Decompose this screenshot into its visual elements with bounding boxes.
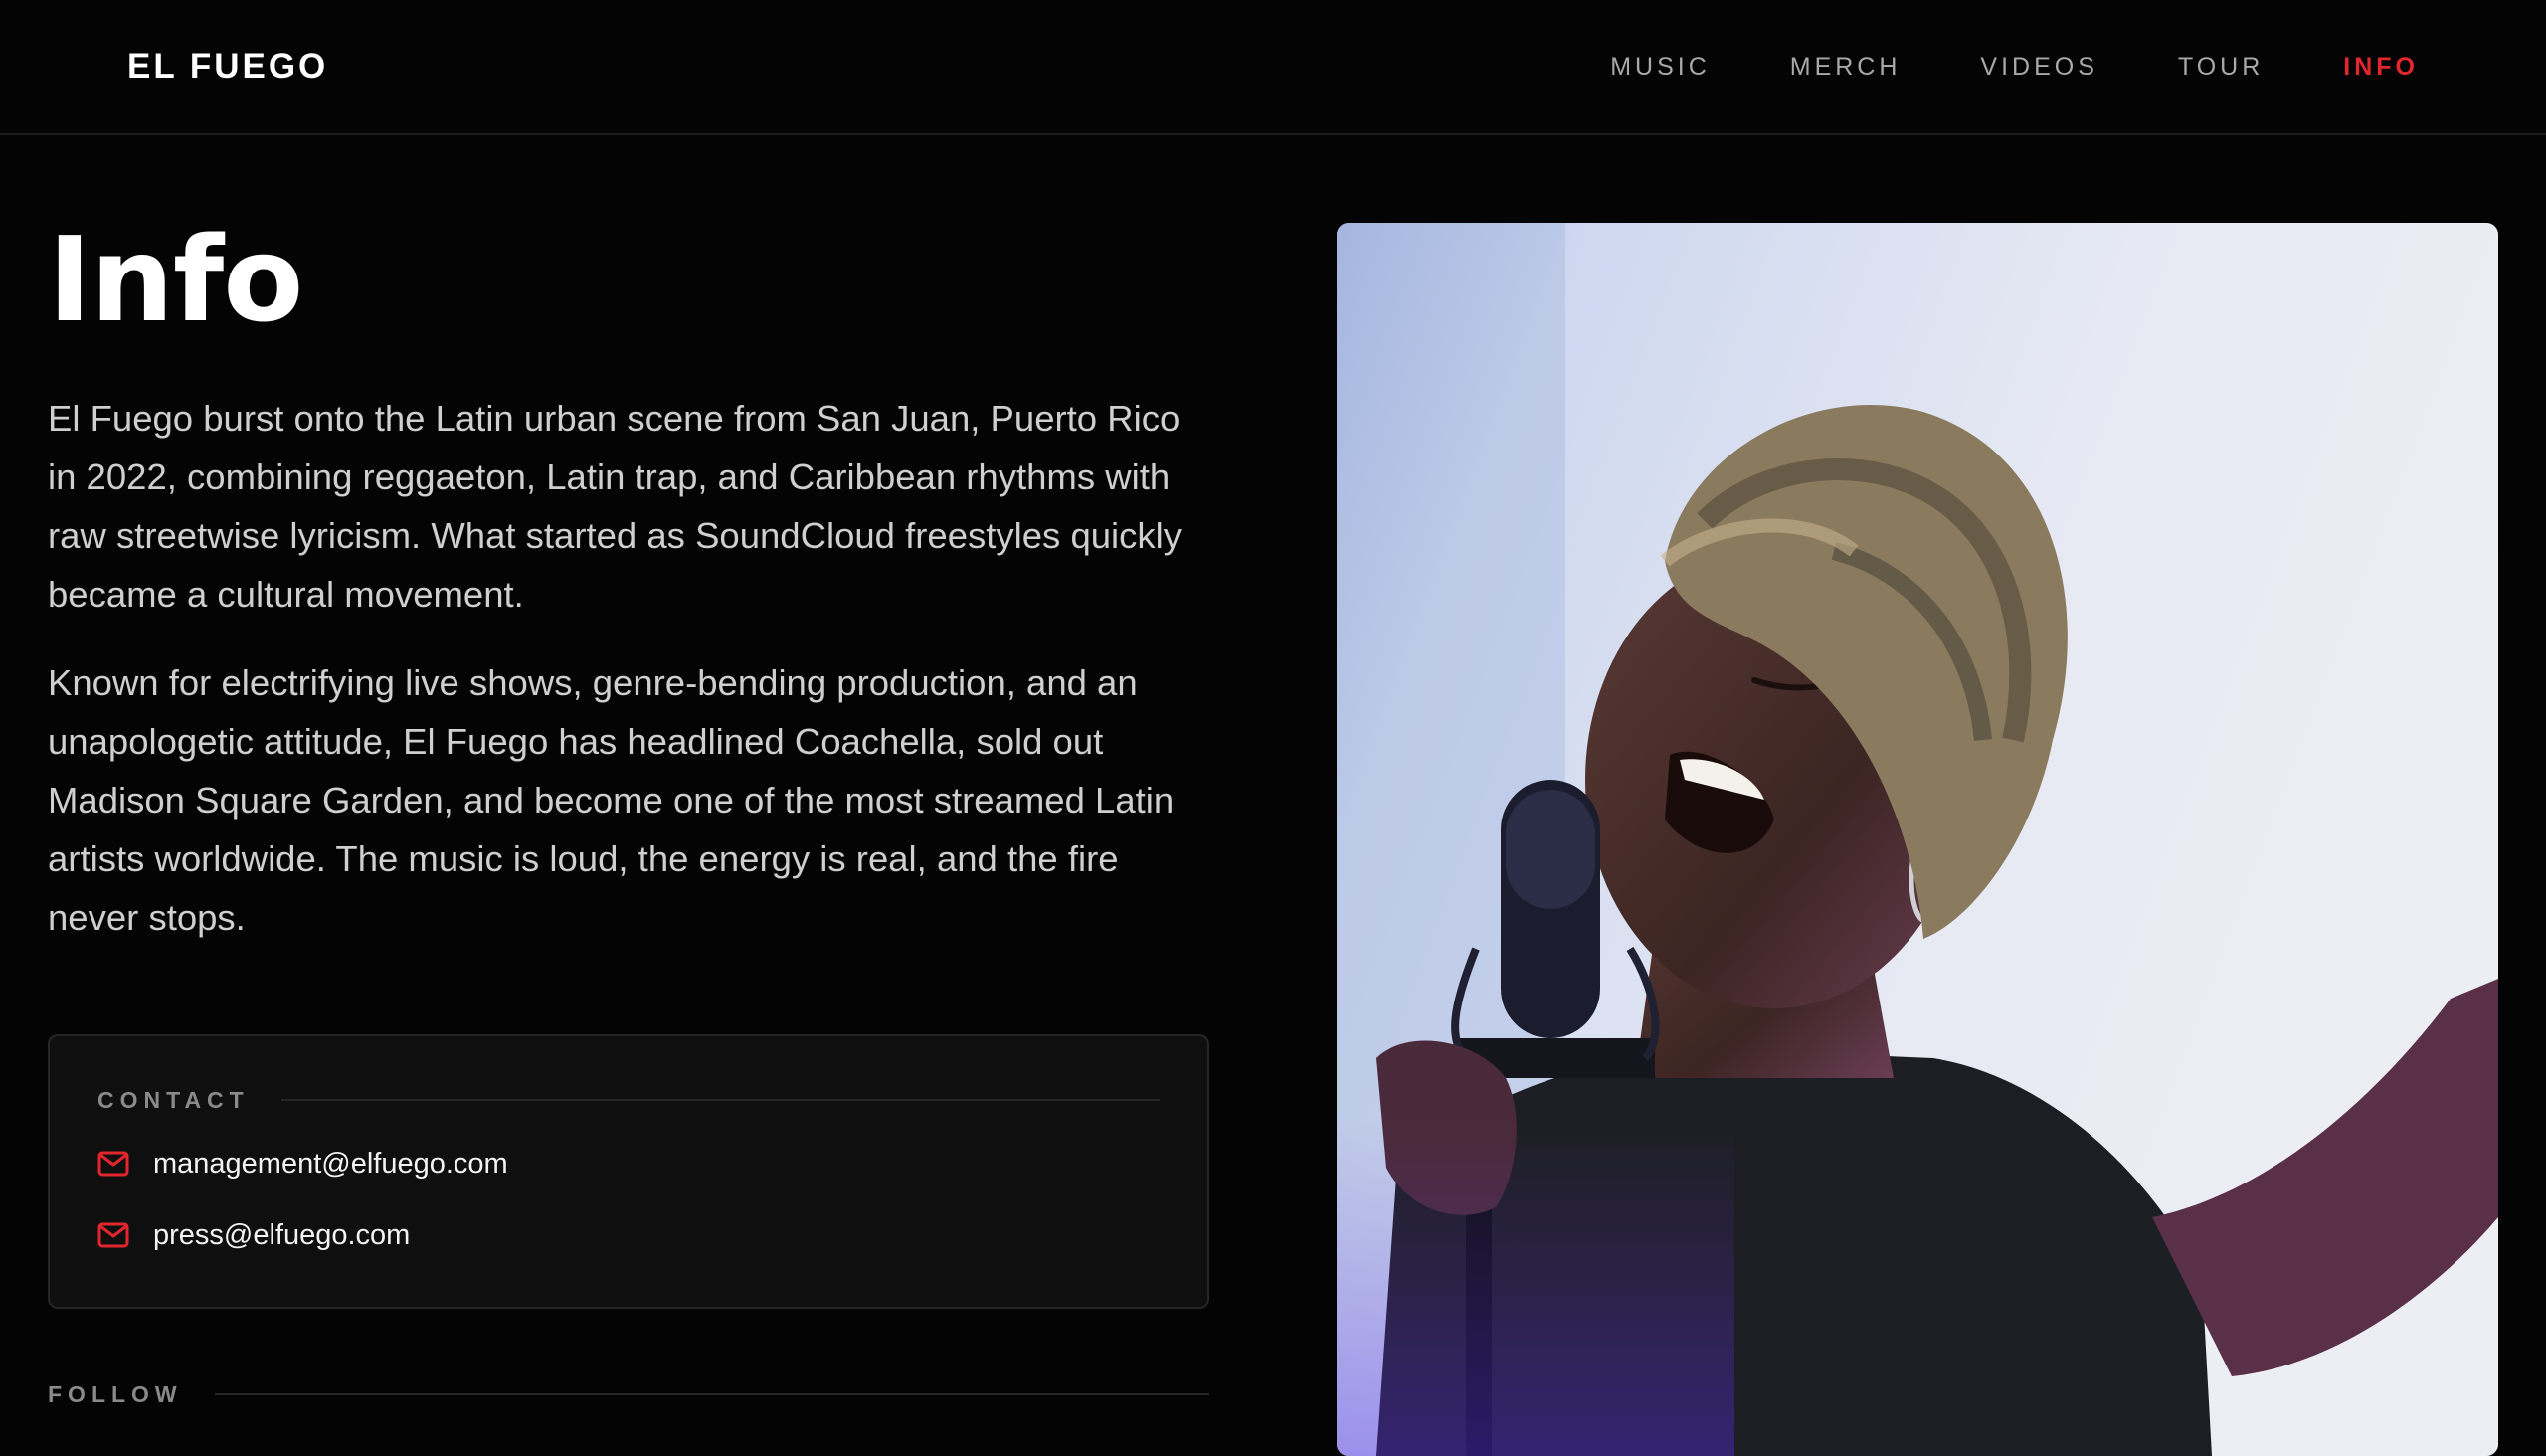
contact-header: CONTACT (97, 1086, 1160, 1114)
contact-email-press[interactable]: press@elfuego.com (97, 1217, 410, 1253)
brand-logo[interactable]: EL FUEGO (127, 46, 328, 88)
divider (214, 1393, 1209, 1395)
nav-item-videos[interactable]: VIDEOS (1980, 50, 2097, 84)
nav-item-info[interactable]: INFO (2343, 50, 2419, 84)
email-address[interactable]: management@elfuego.com (153, 1146, 508, 1182)
nav-item-merch[interactable]: MERCH (1790, 50, 1902, 84)
nav-item-music[interactable]: MUSIC (1610, 50, 1711, 84)
bio-paragraph: El Fuego burst onto the Latin urban scen… (48, 398, 1182, 615)
contact-email-management[interactable]: management@elfuego.com (97, 1146, 508, 1182)
mail-icon (97, 1222, 129, 1248)
artist-photo (1337, 223, 2498, 1456)
contact-card: CONTACT management@elfuego.com press@elf… (48, 1034, 1209, 1309)
site-header: EL FUEGO MUSIC MERCH VIDEOS TOUR INFO (0, 0, 2546, 135)
bio-paragraph: Known for electrifying live shows, genre… (48, 662, 1175, 938)
singer-with-microphone-image (1337, 223, 2498, 1456)
divider (280, 1099, 1160, 1101)
follow-header: FOLLOW (48, 1380, 1209, 1408)
contact-label: CONTACT (97, 1087, 250, 1113)
follow-label: FOLLOW (48, 1381, 183, 1407)
mail-icon (97, 1151, 129, 1177)
email-address[interactable]: press@elfuego.com (153, 1217, 410, 1253)
page-title: Info (48, 211, 303, 348)
main-nav: MUSIC MERCH VIDEOS TOUR INFO (1610, 50, 2419, 84)
info-content: Info El Fuego burst onto the Latin urban… (48, 135, 1209, 1309)
nav-item-tour[interactable]: TOUR (2178, 50, 2264, 84)
